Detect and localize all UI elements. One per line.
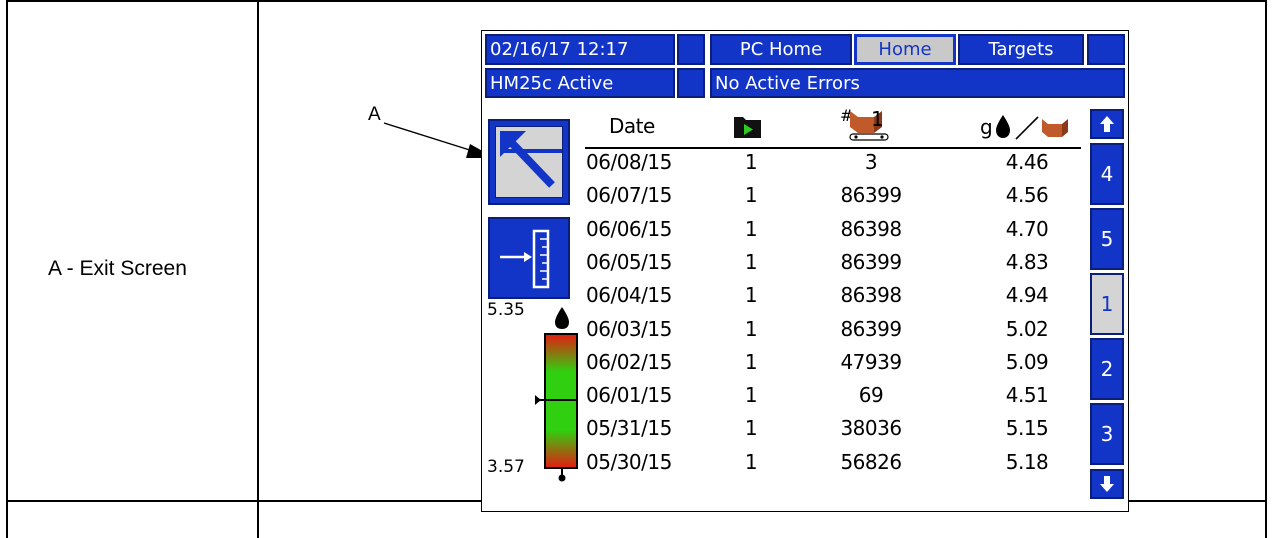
datetime-display: 02/16/17 12:17 [485,34,675,65]
column-header-rate-prefix: g [980,115,993,139]
gauge-min-label: 3.57 [487,457,525,477]
row-job: 1 [744,150,758,174]
row-date: 05/30/15 [586,449,672,474]
setup-scale-button[interactable] [488,217,570,299]
row-date: 06/08/15 [586,150,672,174]
row-rate: 4.56 [1005,183,1049,208]
scroll-down-button[interactable] [1090,469,1124,499]
row-cycles: 69 [858,383,884,408]
row-date: 06/07/15 [586,183,672,208]
topbar-right-spacer [1087,34,1125,65]
row-rate: 4.51 [1005,383,1049,408]
row-rate: 4.83 [1005,249,1049,274]
error-status: No Active Errors [710,68,1125,98]
row-cycles: 3 [864,150,878,174]
row-job: 1 [744,416,758,441]
tab-targets[interactable]: Targets [958,34,1084,65]
exit-screen-button[interactable] [488,119,570,205]
device-screen: 02/16/17 12:17 PC Home Home Targets HM25… [481,30,1129,512]
row-rate: 5.09 [1005,349,1049,374]
tab-pc-home[interactable]: PC Home [710,34,852,65]
exit-arrow-icon [500,131,562,188]
row-job: 1 [744,316,758,341]
row-cycles: 47939 [840,349,902,374]
column-header-date: Date [609,114,655,138]
page-button-5[interactable]: 5 [1090,208,1124,270]
row-rate: 4.46 [1005,150,1049,174]
topbar-spacer [677,34,705,65]
table-border-top [6,0,1267,2]
page-button-4[interactable]: 4 [1090,143,1124,205]
row-cycles: 56826 [840,449,902,474]
row-date: 06/04/15 [586,283,672,308]
row-cycles: 86399 [840,316,902,341]
row-job: 1 [744,216,758,241]
row-date: 06/06/15 [586,216,672,241]
down-arrow-icon [1100,476,1114,492]
tab-home[interactable]: Home [854,34,956,65]
row-job: 1 [744,249,758,274]
row-job: 1 [744,383,758,408]
row-rate: 5.02 [1005,316,1049,341]
row-cycles: 86399 [840,183,902,208]
row-rate: 4.70 [1005,216,1049,241]
row-date: 06/01/15 [586,383,672,408]
row-date: 05/31/15 [586,416,672,441]
page-button-2[interactable]: 2 [1090,338,1124,400]
gauge-bar [544,333,578,469]
callout-letter: A [368,104,381,125]
row-rate: 5.15 [1005,416,1049,441]
row-job: 1 [744,183,758,208]
row-job: 1 [744,449,758,474]
play-folder-icon [734,117,761,138]
table-border-divider [257,0,259,538]
row-rate: 4.94 [1005,283,1049,308]
table-border-right [1265,0,1267,538]
system-status: HM25c Active [485,68,675,98]
status-spacer [677,68,705,98]
gauge-target-marker [535,395,541,405]
ruler-arrow-icon [500,229,550,289]
row-job: 1 [744,349,758,374]
row-cycles: 86398 [840,216,902,241]
table-header-divider [585,147,1081,149]
up-arrow-icon [1100,116,1114,132]
row-date: 06/05/15 [586,249,672,274]
drop-per-box-icon [996,115,1068,140]
scroll-up-button[interactable] [1090,109,1124,139]
row-date: 06/02/15 [586,349,672,374]
drop-icon-top [555,307,569,329]
legend-label: A - Exit Screen [48,257,187,280]
page-button-3[interactable]: 3 [1090,403,1124,465]
row-cycles: 38036 [840,416,902,441]
row-job: 1 [744,283,758,308]
row-cycles: 86399 [840,249,902,274]
gauge-max-label: 5.35 [487,300,525,320]
column-header-cycles-number: 1 [871,107,884,131]
row-rate: 5.18 [1005,449,1049,474]
drop-icon-bottom [558,467,566,482]
gauge-target-line [538,399,578,401]
table-border-left [6,0,8,538]
row-date: 06/03/15 [586,316,672,341]
page-button-1[interactable]: 1 [1090,273,1124,335]
row-cycles: 86398 [840,283,902,308]
